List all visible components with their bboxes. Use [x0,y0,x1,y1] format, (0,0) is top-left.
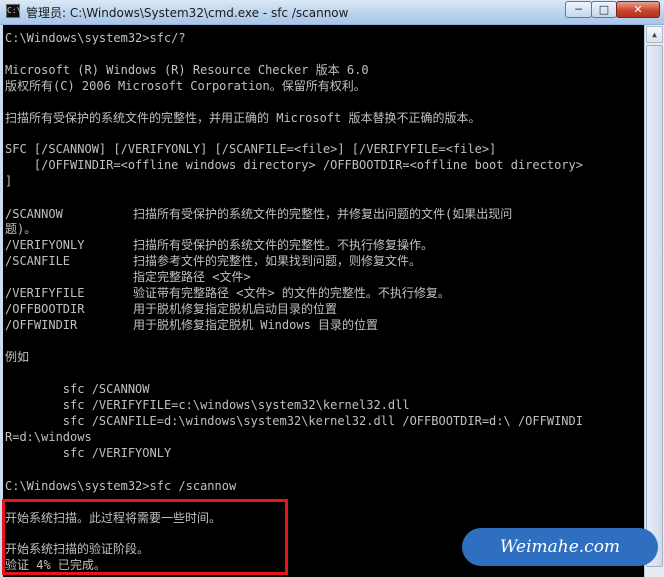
console-line: sfc /SCANFILE=d:\windows\system32\kernel… [5,414,583,428]
option-name: /OFFBOOTDIR [5,302,85,316]
close-button[interactable]: ✕ [616,1,660,18]
watermark-logo: Weimahe.com [462,528,658,566]
console-line: C:\Windows\system32>sfc/? [5,31,186,45]
option-description: 扫描所有受保护的系统文件的完整性。不执行修复操作。 [133,238,434,252]
option-name: /SCANNOW [5,207,63,221]
option-description: 扫描参考文件的完整性，如果找到问题，则修复文件。 [133,254,422,268]
console-line: 版权所有(C) 2006 Microsoft Corporation。保留所有权… [5,79,366,93]
minimize-button[interactable]: ─ [565,1,592,18]
console-line: 扫描所有受保护的系统文件的完整性，并用正确的 Microsoft 版本替换不正确… [5,111,481,125]
cmd-app-icon[interactable]: C:\ [6,4,21,18]
console-line: sfc /VERIFYFILE=c:\windows\system32\kern… [5,398,410,412]
option-name: /OFFWINDIR [5,318,78,332]
option-description: 扫描所有受保护的系统文件的完整性，并修复出问题的文件(如果出现问 [133,207,513,221]
console-line: Microsoft (R) Windows (R) Resource Check… [5,63,369,77]
console-line: [/OFFWINDIR=<offline windows directory> … [5,158,583,172]
title-bar[interactable]: C:\ 管理员: C:\Windows\System32\cmd.exe - s… [0,0,664,25]
scroll-up-arrow-icon[interactable]: ▲ [646,26,663,43]
option-name: /VERIFYONLY [5,238,85,252]
maximize-button[interactable]: □ [591,1,617,18]
console-line: SFC [/SCANNOW] [/VERIFYONLY] [/SCANFILE=… [5,142,497,156]
console-line: 题)。 [5,222,37,236]
highlight-annotation [2,499,288,575]
console-line: R=d:\windows [5,430,92,444]
console-line: C:\Windows\system32>sfc /scannow [5,479,237,493]
console-line: sfc /SCANNOW [5,382,150,396]
console-line: sfc /VERIFYONLY [5,446,172,460]
console-output[interactable]: C:\Windows\system32>sfc/? Microsoft (R) … [3,25,644,577]
option-name: /SCANFILE [5,254,71,268]
scroll-thumb[interactable] [646,45,663,567]
console-line: 例如 [5,350,30,364]
option-description: 用于脱机修复指定脱机 Windows 目录的位置 [133,318,379,332]
console-line: ] [5,174,13,188]
option-name: /VERIFYFILE [5,286,85,300]
cmd-window: C:\ 管理员: C:\Windows\System32\cmd.exe - s… [0,0,664,577]
window-title: 管理员: C:\Windows\System32\cmd.exe - sfc /… [26,6,349,20]
option-description: 指定完整路径 <文件> [133,270,251,284]
vertical-scrollbar[interactable]: ▲ [644,25,664,577]
option-description: 用于脱机修复指定脱机启动目录的位置 [133,302,338,316]
option-description: 验证带有完整路径 <文件> 的文件的完整性。不执行修复。 [133,286,450,300]
